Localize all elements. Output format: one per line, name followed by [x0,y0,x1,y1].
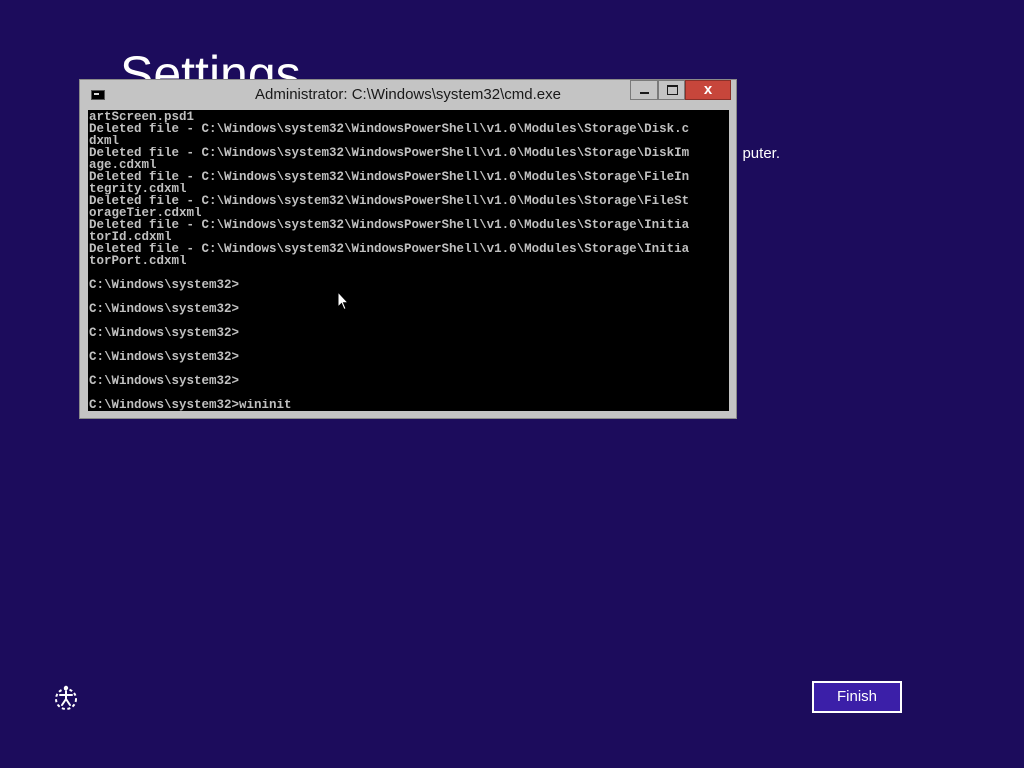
console-line: age.cdxml [89,159,157,171]
minimize-icon [640,92,649,94]
console-line: C:\Windows\system32> [89,279,240,291]
console-line: orageTier.cdxml [89,207,202,219]
maximize-button[interactable] [658,80,685,100]
console-lines: artScreen.psd1 Deleted file - C:\Windows\… [88,111,729,411]
finish-button[interactable]: Finish [812,681,902,713]
console-line: Deleted file - C:\Windows\system32\Windo… [89,195,690,207]
console-output[interactable]: artScreen.psd1 Deleted file - C:\Windows\… [88,110,729,411]
console-line: C:\Windows\system32> [89,375,240,387]
close-button[interactable]: x [685,80,731,100]
close-icon: x [703,81,713,98]
cmd-window[interactable]: Administrator: C:\Windows\system32\cmd.e… [79,79,737,419]
console-line: C:\Windows\system32> [89,327,240,339]
console-line: torPort.cdxml [89,255,187,267]
console-line: C:\Windows\system32> [89,351,240,363]
console-line: torId.cdxml [89,231,172,243]
console-line: dxml [89,135,120,147]
setup-screen: Settings puter. Administrator: C:\Window… [0,0,1024,768]
console-line: Deleted file - C:\Windows\system32\Windo… [89,219,690,231]
maximize-icon [667,85,678,95]
ease-of-access-icon[interactable] [52,684,80,712]
mouse-pointer-icon [337,291,349,311]
console-line: Deleted file - C:\Windows\system32\Windo… [89,123,690,135]
cmd-titlebar[interactable]: Administrator: C:\Windows\system32\cmd.e… [80,80,736,110]
console-line: artScreen.psd1 [89,111,195,123]
console-line: C:\Windows\system32> [89,303,240,315]
console-line: Deleted file - C:\Windows\system32\Windo… [89,171,690,183]
console-line: C:\Windows\system32>wininit [89,399,292,411]
console-line: Deleted file - C:\Windows\system32\Windo… [89,243,690,255]
console-line: Deleted file - C:\Windows\system32\Windo… [89,147,690,159]
minimize-button[interactable] [630,80,658,100]
console-line: tegrity.cdxml [89,183,187,195]
